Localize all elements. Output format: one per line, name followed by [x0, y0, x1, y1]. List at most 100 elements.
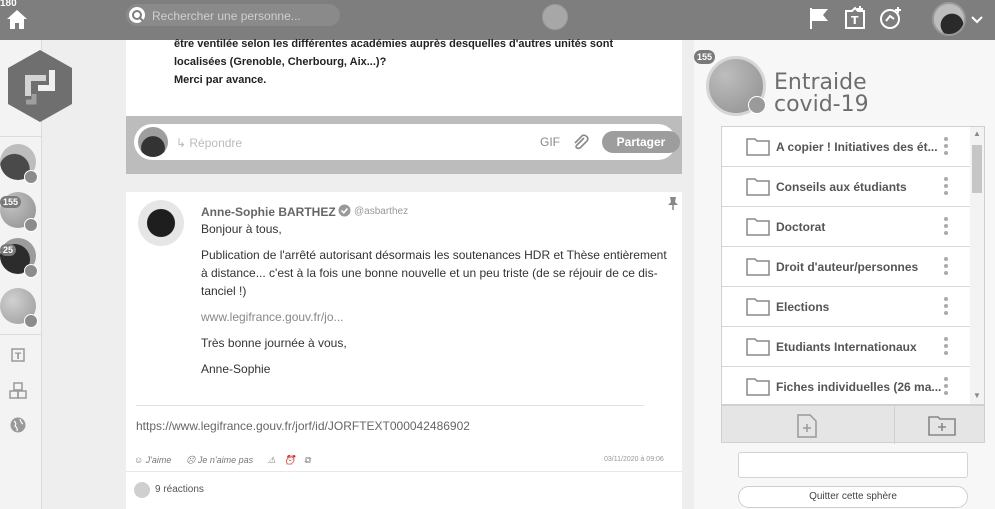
folder-name: A copier ! Initiatives des ét...: [776, 140, 938, 154]
add-file-icon[interactable]: [796, 414, 818, 438]
smiley-icon[interactable]: [134, 482, 150, 498]
alarm-icon[interactable]: ⏰: [284, 455, 295, 465]
home-icon[interactable]: [4, 6, 30, 32]
folder-item[interactable]: Droit d'auteur/personnes: [722, 247, 970, 287]
more-options-icon[interactable]: [944, 377, 948, 397]
link-preview-url[interactable]: https://www.legifrance.gouv.fr/jorf/id/J…: [136, 419, 470, 433]
like-label: J'aime: [145, 455, 172, 465]
sphere-panel: 155 Entraide covid-19 A copier ! Initiat…: [694, 40, 995, 509]
post-text-line: Merci par avance.: [174, 74, 267, 86]
more-options-icon[interactable]: [944, 137, 948, 157]
pin-icon[interactable]: [667, 196, 679, 210]
post-greeting: Bonjour à tous,: [201, 222, 282, 236]
sphere-title: Entraide covid-19: [774, 72, 869, 116]
folder-icon: [746, 336, 770, 356]
verified-icon: [338, 204, 351, 217]
add-sphere-icon[interactable]: [878, 5, 904, 31]
avatar: [138, 127, 168, 157]
post-text-line: être ventilée selon les différentes acad…: [174, 38, 614, 50]
folder-icon: [746, 296, 770, 316]
folder-toolbar: [721, 405, 985, 444]
scroll-up-icon[interactable]: ▲: [973, 129, 981, 138]
reply-input[interactable]: ↳ Répondre: [176, 136, 242, 150]
more-options-icon[interactable]: [944, 257, 948, 277]
folder-icon: [746, 136, 770, 156]
search-logo-icon: [128, 6, 146, 24]
notification-badge: 180: [0, 0, 17, 9]
share-button[interactable]: Partager: [602, 131, 680, 153]
rail-divider: [0, 334, 42, 335]
folder-name: Fiches individuelles (26 ma...: [776, 380, 942, 394]
more-options-icon[interactable]: [944, 177, 948, 197]
add-tag-icon[interactable]: T: [842, 5, 868, 31]
gif-button[interactable]: GIF: [540, 135, 560, 149]
divider: [126, 471, 682, 472]
globe-icon[interactable]: [542, 4, 568, 30]
folder-icon: [746, 376, 770, 396]
folder-item[interactable]: Conseils aux étudiants: [722, 167, 970, 207]
post-closing: Très bonne journée à vous,: [201, 336, 347, 350]
reactions-count[interactable]: 9 réactions: [155, 484, 204, 495]
more-options-icon[interactable]: [944, 297, 948, 317]
previous-post: être ventilée selon les différentes acad…: [126, 38, 682, 116]
quit-sphere-button[interactable]: Quitter cette sphère: [738, 486, 968, 508]
boxes-icon[interactable]: [9, 382, 27, 400]
like-button[interactable]: ☺ J'aime: [134, 455, 177, 465]
folder-name: Elections: [776, 300, 830, 314]
sphere-badge: 155: [0, 196, 22, 208]
folder-name: Etudiants Internationaux: [776, 340, 917, 354]
scrollbar[interactable]: ▲ ▼: [970, 127, 984, 404]
post-link[interactable]: www.legifrance.gouv.fr/jo...: [201, 308, 673, 326]
reply-area: ↳ Répondre GIF Partager: [126, 116, 682, 174]
scroll-down-icon[interactable]: ▼: [973, 391, 981, 400]
folder-item[interactable]: Doctorat: [722, 207, 970, 247]
more-options-icon[interactable]: [944, 337, 948, 357]
folder-icon: [746, 256, 770, 276]
app-logo[interactable]: [6, 48, 74, 124]
divider: [894, 406, 895, 444]
svg-text:T: T: [851, 14, 859, 27]
scrollbar-thumb[interactable]: [972, 145, 982, 193]
paperclip-icon[interactable]: [570, 132, 590, 152]
folder-item[interactable]: Fiches individuelles (26 ma...: [722, 367, 970, 404]
gift-icon: [24, 264, 38, 278]
post-date: 03/11/2020 à 09:06: [604, 456, 664, 463]
author-avatar[interactable]: [138, 200, 184, 246]
reply-box: ↳ Répondre GIF Partager: [134, 124, 680, 160]
folder-icon: [746, 216, 770, 236]
folder-name: Doctorat: [776, 220, 826, 234]
folder-list: A copier ! Initiatives des ét... Conseil…: [721, 126, 985, 405]
login-icon[interactable]: [748, 96, 766, 114]
more-options-icon[interactable]: [944, 217, 948, 237]
folder-item[interactable]: Etudiants Internationaux: [722, 327, 970, 367]
avatar[interactable]: [932, 2, 966, 36]
divider: [136, 405, 644, 406]
translate-icon[interactable]: ⧉: [304, 455, 310, 465]
login-icon: [24, 170, 38, 184]
rail-divider: [0, 136, 42, 137]
dislike-button[interactable]: ☹ Je n'aime pas: [186, 455, 259, 465]
folder-icon: [746, 176, 770, 196]
sphere-title-line: covid-19: [774, 92, 869, 117]
flag-icon[interactable]: [806, 5, 832, 31]
folder-name: Droit d'auteur/personnes: [776, 260, 919, 274]
search-bar[interactable]: Rechercher une personne...: [126, 4, 340, 26]
post-author[interactable]: Anne-Sophie BARTHEZ: [201, 205, 336, 219]
sphere-input[interactable]: [738, 452, 968, 478]
folder-item[interactable]: A copier ! Initiatives des ét...: [722, 127, 970, 167]
chevron-down-icon[interactable]: [970, 12, 984, 26]
folder-name: Conseils aux étudiants: [776, 180, 907, 194]
post-actions: ☺ J'aime ☹ Je n'aime pas ⚠ ⏰ ⧉: [134, 455, 316, 466]
post-handle[interactable]: @asbarthez: [354, 206, 408, 217]
dislike-label: Je n'aime pas: [197, 455, 254, 465]
report-icon[interactable]: ⚠: [268, 455, 276, 465]
post-body: Publication de l'arrêté autorisant désor…: [201, 248, 667, 298]
tag-icon[interactable]: T: [9, 346, 27, 364]
login-icon: [24, 218, 38, 232]
post-text-line: localisées (Grenoble, Cherbourg, Aix...)…: [174, 56, 387, 68]
svg-text:T: T: [15, 352, 22, 362]
folder-item[interactable]: Elections: [722, 287, 970, 327]
add-folder-icon[interactable]: [928, 414, 956, 436]
globe-icon[interactable]: [9, 416, 27, 434]
search-input[interactable]: Rechercher une personne...: [152, 9, 301, 23]
